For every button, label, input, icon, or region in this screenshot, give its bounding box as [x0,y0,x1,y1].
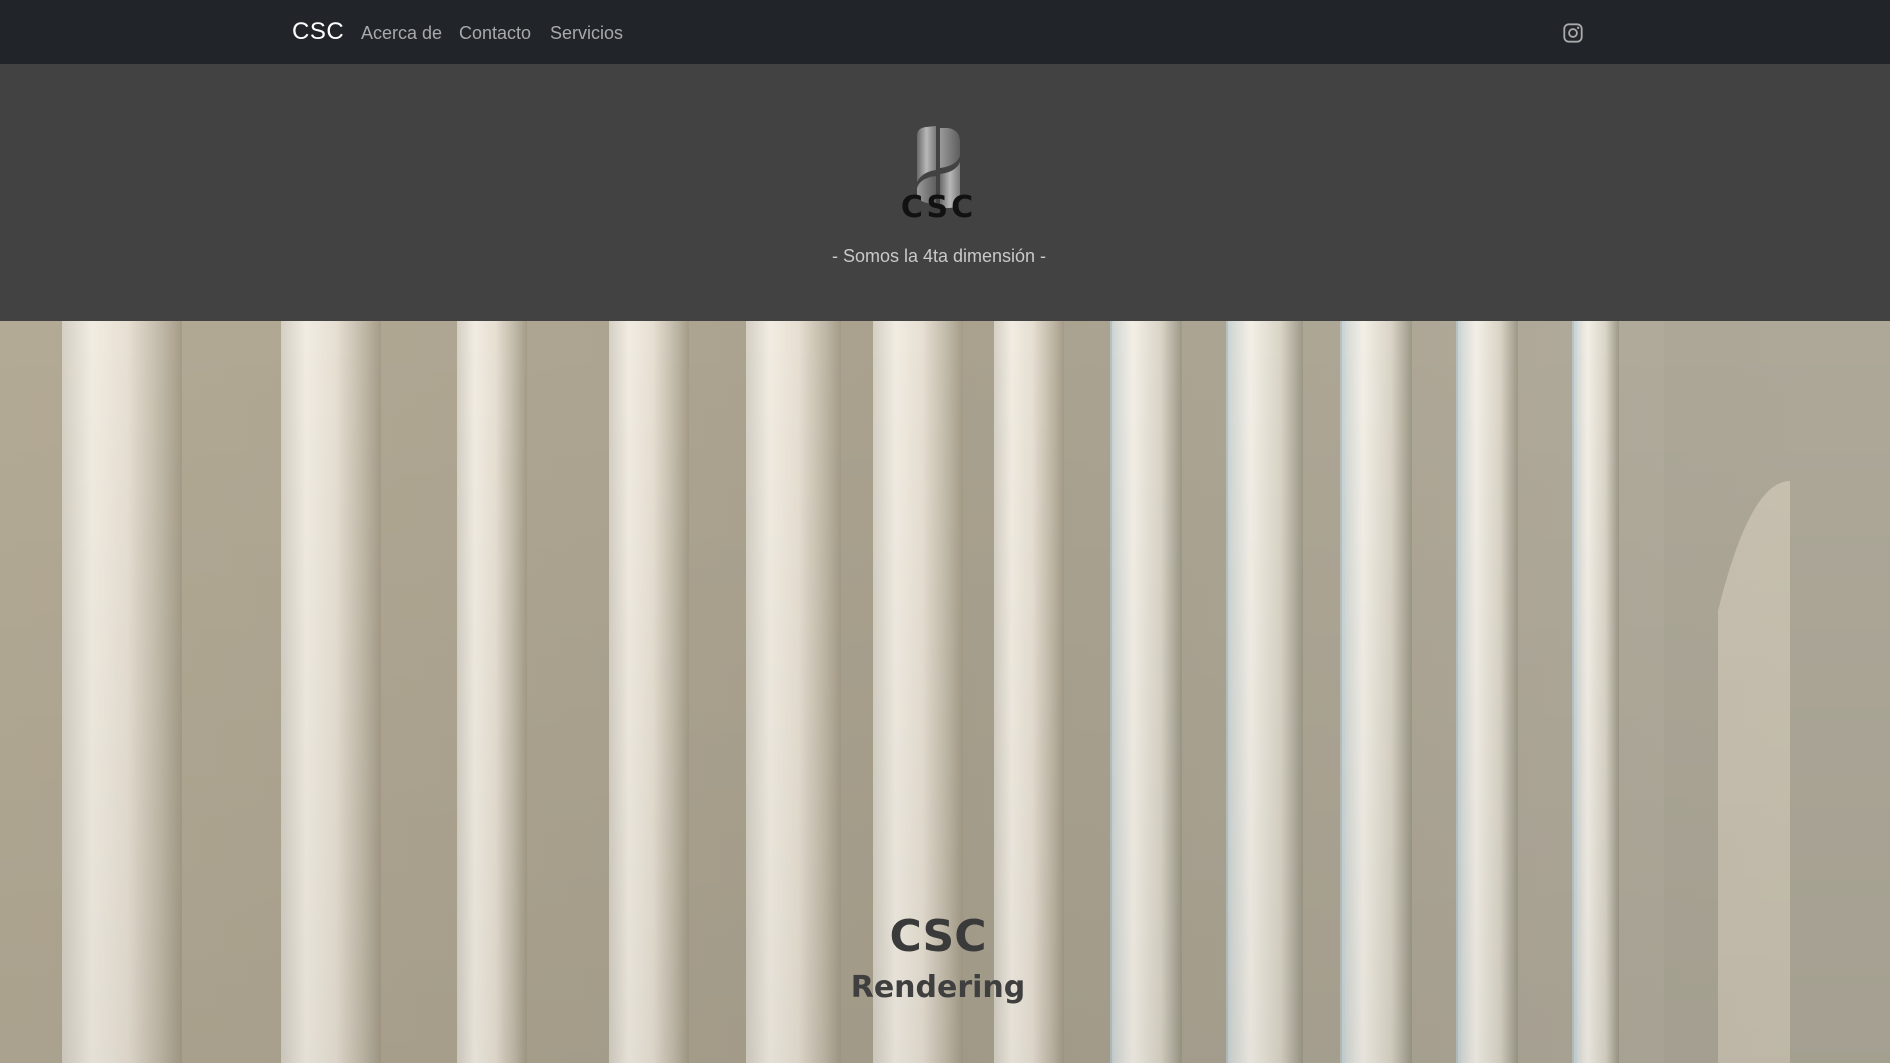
nav-link-contacto[interactable]: Contacto [459,22,531,44]
hero-section: CSC Rendering [0,321,1890,1063]
nav-link-acerca-de[interactable]: Acerca de [361,22,442,44]
nav-link-servicios[interactable]: Servicios [550,22,623,44]
tagline: - Somos la 4ta dimensión - [831,246,1047,266]
header-band: CSC - Somos la 4ta dimensión - [0,64,1890,321]
hero-subtitle: Rendering [850,969,1026,1005]
csc-logo: CSC [901,126,976,218]
top-navbar: CSC Acerca de Contacto Servicios [0,0,1890,64]
navbar-brand[interactable]: CSC [292,18,344,46]
hero-title: CSC [889,911,987,963]
svg-text:CSC: CSC [901,190,976,218]
instagram-icon[interactable] [1562,22,1584,44]
